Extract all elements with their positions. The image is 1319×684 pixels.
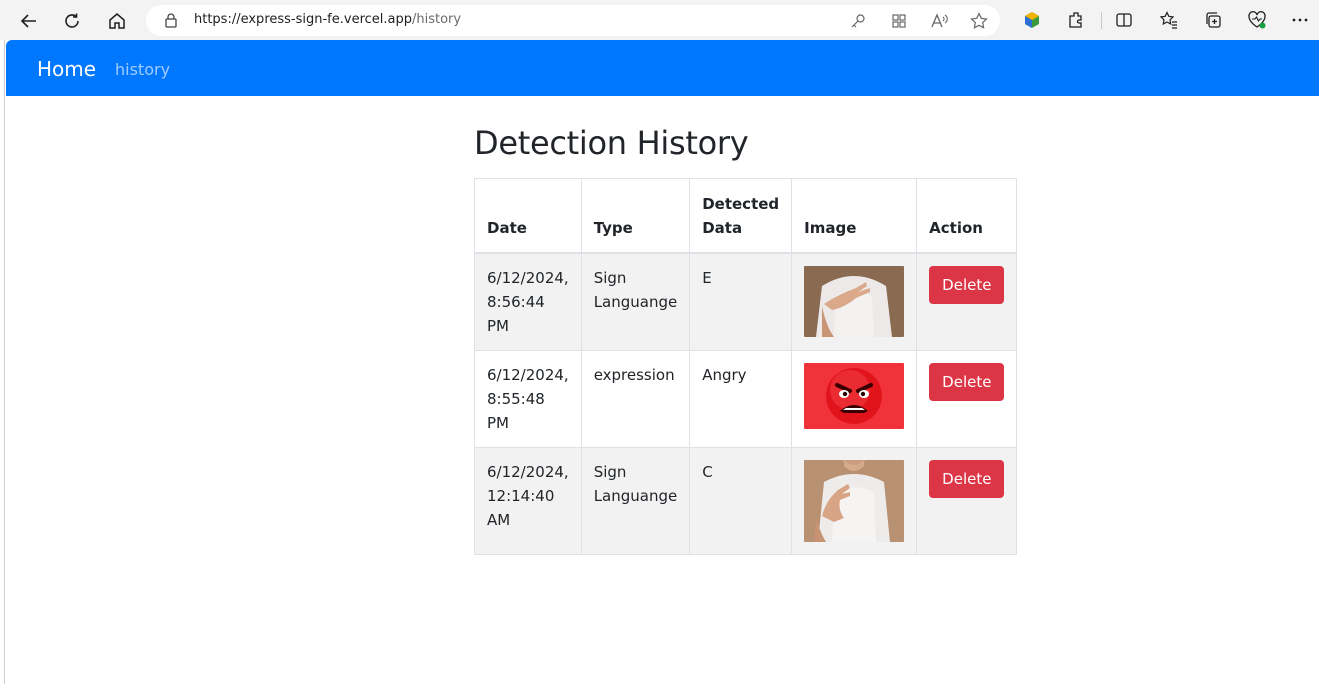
toolbar-separator	[1101, 12, 1102, 29]
header-action: Action	[916, 178, 1018, 254]
home-icon[interactable]	[104, 8, 130, 34]
url-host: https://express-sign-fe.vercel.app	[194, 12, 412, 27]
angry-face-emoji-icon	[804, 362, 905, 429]
hand-sign-photo-icon	[804, 265, 905, 337]
url-text[interactable]: https://express-sign-fe.vercel.app/histo…	[194, 12, 461, 27]
url-path: /history	[412, 12, 462, 27]
address-bar[interactable]: https://express-sign-fe.vercel.app/histo…	[146, 5, 1000, 36]
cell-detected: C	[689, 446, 793, 555]
browser-essentials-icon[interactable]	[1246, 9, 1268, 31]
extensions-puzzle-icon[interactable]	[1065, 9, 1087, 31]
table-row: 6/12/2024, 8:55:48 PM expression Angry D…	[474, 349, 1018, 448]
delete-button[interactable]: Delete	[929, 265, 1005, 304]
browser-toolbar: https://express-sign-fe.vercel.app/histo…	[0, 0, 1319, 40]
read-aloud-icon[interactable]	[929, 11, 949, 31]
split-screen-icon[interactable]	[1113, 9, 1135, 31]
hand-sign-photo-icon	[804, 459, 905, 542]
cell-detected: E	[689, 252, 793, 351]
cell-date: 6/12/2024, 12:14:40 AM	[474, 446, 582, 555]
cell-image	[791, 349, 918, 448]
cell-action: Delete	[916, 446, 1018, 555]
delete-button[interactable]: Delete	[929, 362, 1005, 401]
navbar-brand-home[interactable]: Home	[37, 57, 96, 81]
key-icon[interactable]	[848, 11, 868, 31]
header-detected-data: Detected Data	[689, 178, 793, 254]
table-row: 6/12/2024, 12:14:40 AM Sign Languange C …	[474, 446, 1018, 555]
cell-action: Delete	[916, 252, 1018, 351]
table-row: 6/12/2024, 8:56:44 PM Sign Languange E D…	[474, 252, 1018, 351]
page-title: Detection History	[474, 124, 749, 162]
cell-date: 6/12/2024, 8:56:44 PM	[474, 252, 582, 351]
cell-type: Sign Languange	[580, 252, 691, 351]
cell-image	[791, 252, 918, 351]
delete-button[interactable]: Delete	[929, 459, 1005, 498]
cell-detected: Angry	[689, 349, 793, 448]
favorites-icon[interactable]	[1158, 9, 1180, 31]
cell-action: Delete	[916, 349, 1018, 448]
apps-icon[interactable]	[889, 11, 909, 31]
cell-type: Sign Languange	[580, 446, 691, 555]
back-icon[interactable]	[16, 8, 42, 34]
extension-cube-icon[interactable]	[1021, 9, 1043, 31]
cell-date: 6/12/2024, 8:55:48 PM	[474, 349, 582, 448]
lock-icon[interactable]	[164, 13, 178, 32]
cell-image	[791, 446, 918, 555]
refresh-icon[interactable]	[59, 8, 85, 34]
app-navbar: Home history	[6, 40, 1319, 96]
favorite-star-icon[interactable]	[969, 11, 989, 31]
history-table: Date Type Detected Data Image Action 6/1…	[474, 178, 1018, 555]
more-menu-icon[interactable]	[1289, 9, 1311, 31]
cell-type: expression	[580, 349, 691, 448]
collections-icon[interactable]	[1202, 9, 1224, 31]
header-date: Date	[474, 178, 582, 254]
nav-link-history[interactable]: history	[115, 60, 170, 79]
table-header-row: Date Type Detected Data Image Action	[474, 178, 1018, 254]
header-image: Image	[791, 178, 918, 254]
header-type: Type	[580, 178, 691, 254]
